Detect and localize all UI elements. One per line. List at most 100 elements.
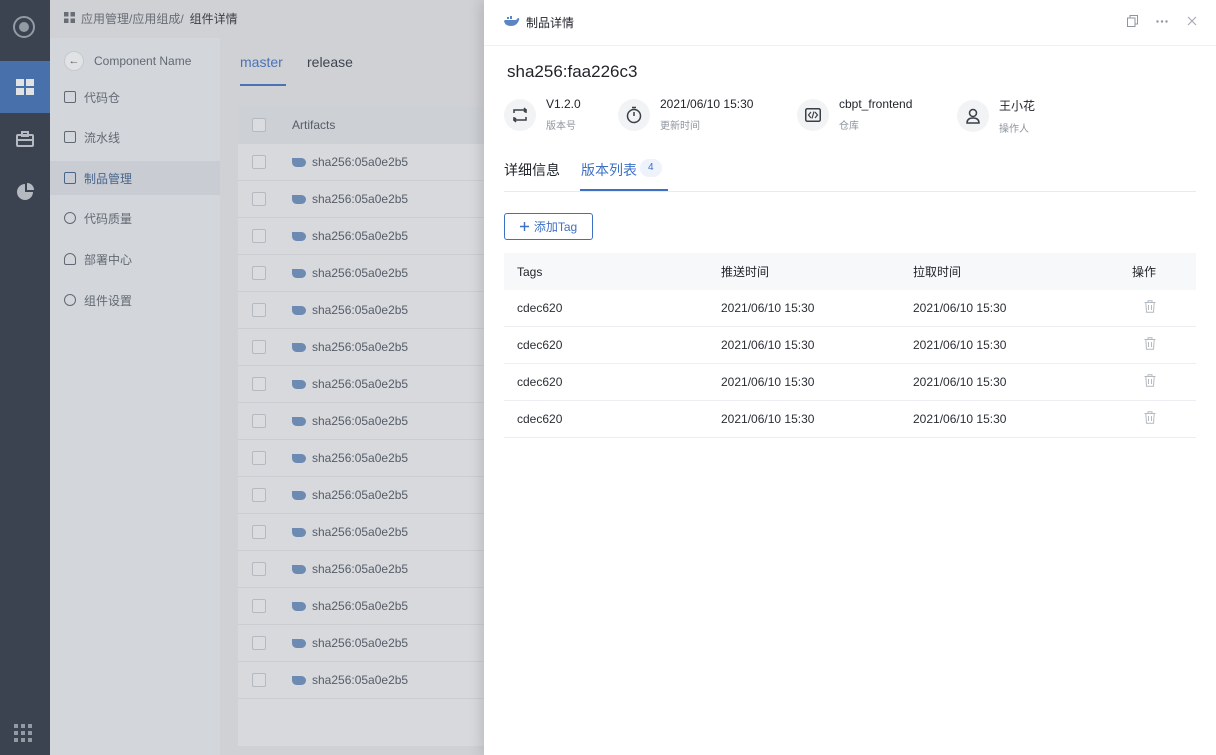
tab-indicator <box>240 84 286 86</box>
tag-cell: cdec620 <box>517 412 563 426</box>
table-row: cdec620 2021/06/10 15:30 2021/06/10 15:3… <box>504 401 1196 438</box>
delete-icon[interactable] <box>1144 411 1156 424</box>
artifact-id: sha256:05a0e2b5 <box>312 266 409 280</box>
delete-icon[interactable] <box>1144 337 1156 350</box>
pull-time-cell: 2021/06/10 15:30 <box>913 338 1007 352</box>
row-checkbox[interactable] <box>252 488 266 502</box>
close-icon[interactable] <box>1184 12 1200 30</box>
pull-time-cell: 2021/06/10 15:30 <box>913 412 1007 426</box>
table-row[interactable]: sha256:05a0e2b5 <box>238 662 484 699</box>
docker-icon <box>292 490 306 500</box>
row-checkbox[interactable] <box>252 599 266 613</box>
table-row[interactable]: sha256:05a0e2b5 <box>238 181 484 218</box>
artifact-detail-drawer: 制品详情 sha256:faa226c3 V1.2.0 版本号 2021/06/1… <box>484 0 1216 755</box>
artifact-id: sha256:05a0e2b5 <box>312 562 409 576</box>
docker-icon <box>504 14 520 30</box>
more-icon[interactable] <box>1154 12 1170 30</box>
select-all-checkbox[interactable] <box>252 118 266 132</box>
copy-icon[interactable] <box>1124 12 1140 30</box>
artifact-id: sha256:05a0e2b5 <box>312 488 409 502</box>
artifact-id: sha256:05a0e2b5 <box>312 155 409 169</box>
pie-chart-icon[interactable] <box>0 166 50 218</box>
row-checkbox[interactable] <box>252 229 266 243</box>
apps-grid-icon[interactable] <box>0 61 50 113</box>
row-checkbox[interactable] <box>252 377 266 391</box>
column-header-actions: 操作 <box>1132 265 1157 279</box>
add-tag-button[interactable]: 添加Tag <box>504 213 593 240</box>
tab-release[interactable]: release <box>307 54 353 70</box>
table-row[interactable]: sha256:05a0e2b5 <box>238 255 484 292</box>
sidebar-item-code-repo[interactable]: 代码仓 <box>50 80 220 114</box>
breadcrumb-path[interactable]: 应用管理/应用组成/ <box>81 10 184 27</box>
artifact-id: sha256:05a0e2b5 <box>312 414 409 428</box>
toolbox-icon[interactable] <box>0 113 50 165</box>
tab-version-list[interactable]: 版本列表 <box>581 160 637 180</box>
delete-icon[interactable] <box>1144 300 1156 313</box>
table-row[interactable]: sha256:05a0e2b5 <box>238 292 484 329</box>
gear-icon <box>64 294 76 306</box>
table-row[interactable]: sha256:05a0e2b5 <box>238 477 484 514</box>
row-checkbox[interactable] <box>252 636 266 650</box>
table-row[interactable]: sha256:05a0e2b5 <box>238 218 484 255</box>
row-checkbox[interactable] <box>252 451 266 465</box>
column-header-push-time: 推送时间 <box>721 265 770 279</box>
sidebar-item-pipeline[interactable]: 流水线 <box>50 120 220 154</box>
row-checkbox[interactable] <box>252 525 266 539</box>
row-checkbox[interactable] <box>252 562 266 576</box>
sidebar-item-label: 流水线 <box>84 130 121 145</box>
sidebar-item-label: 代码仓 <box>84 90 121 105</box>
pipeline-icon <box>64 131 76 143</box>
docker-icon <box>292 157 306 167</box>
stopwatch-icon <box>618 98 650 131</box>
artifact-id: sha256:05a0e2b5 <box>312 303 409 317</box>
push-time-cell: 2021/06/10 15:30 <box>721 301 815 315</box>
versions-table: Tags 推送时间 拉取时间 操作 cdec620 2021/06/10 15:… <box>504 253 1196 438</box>
row-checkbox[interactable] <box>252 340 266 354</box>
artifact-icon <box>64 172 76 184</box>
artifact-id: sha256:05a0e2b5 <box>312 192 409 206</box>
table-row[interactable]: sha256:05a0e2b5 <box>238 403 484 440</box>
row-checkbox[interactable] <box>252 303 266 317</box>
sidebar-item-deploy[interactable]: 部署中心 <box>50 242 220 276</box>
table-row[interactable]: sha256:05a0e2b5 <box>238 514 484 551</box>
sidebar-item-settings[interactable]: 组件设置 <box>50 283 220 317</box>
meta-repo: cbpt_frontend 仓库 <box>797 97 912 132</box>
artifact-id: sha256:05a0e2b5 <box>312 377 409 391</box>
rocket-icon <box>64 253 76 265</box>
artifacts-content: master release Artifacts sha256:05a0e2b5… <box>220 38 484 755</box>
apps-launcher-icon[interactable] <box>14 724 32 745</box>
version-icon <box>504 98 536 131</box>
row-checkbox[interactable] <box>252 155 266 169</box>
table-row[interactable]: sha256:05a0e2b5 <box>238 625 484 662</box>
table-row[interactable]: sha256:05a0e2b5 <box>238 440 484 477</box>
tag-cell: cdec620 <box>517 338 563 352</box>
tab-master[interactable]: master <box>240 54 283 70</box>
docker-icon <box>292 601 306 611</box>
table-row[interactable]: sha256:05a0e2b5 <box>238 551 484 588</box>
table-row[interactable]: sha256:05a0e2b5 <box>238 366 484 403</box>
grid-icon <box>64 11 75 26</box>
column-header-artifacts: Artifacts <box>292 118 336 132</box>
component-name: Component Name <box>94 54 192 68</box>
add-tag-label: 添加Tag <box>533 220 578 234</box>
operator-label: 操作人 <box>999 124 1029 135</box>
delete-icon[interactable] <box>1144 374 1156 387</box>
sidebar-item-label: 部署中心 <box>84 252 133 267</box>
sidebar-item-label: 制品管理 <box>84 171 133 186</box>
docker-icon <box>292 379 306 389</box>
docker-icon <box>292 527 306 537</box>
artifact-sha: sha256:faa226c3 <box>507 62 638 81</box>
back-arrow-icon[interactable]: ← <box>64 51 84 71</box>
table-row[interactable]: sha256:05a0e2b5 <box>238 588 484 625</box>
sidebar-item-code-quality[interactable]: 代码质量 <box>50 201 220 235</box>
tab-details[interactable]: 详细信息 <box>504 160 560 180</box>
docker-icon <box>292 453 306 463</box>
logo-icon[interactable] <box>13 16 35 38</box>
row-checkbox[interactable] <box>252 414 266 428</box>
table-row[interactable]: sha256:05a0e2b5 <box>238 329 484 366</box>
sidebar-item-artifacts[interactable]: 制品管理 <box>50 161 220 195</box>
row-checkbox[interactable] <box>252 673 266 687</box>
row-checkbox[interactable] <box>252 192 266 206</box>
table-row[interactable]: sha256:05a0e2b5 <box>238 144 484 181</box>
row-checkbox[interactable] <box>252 266 266 280</box>
